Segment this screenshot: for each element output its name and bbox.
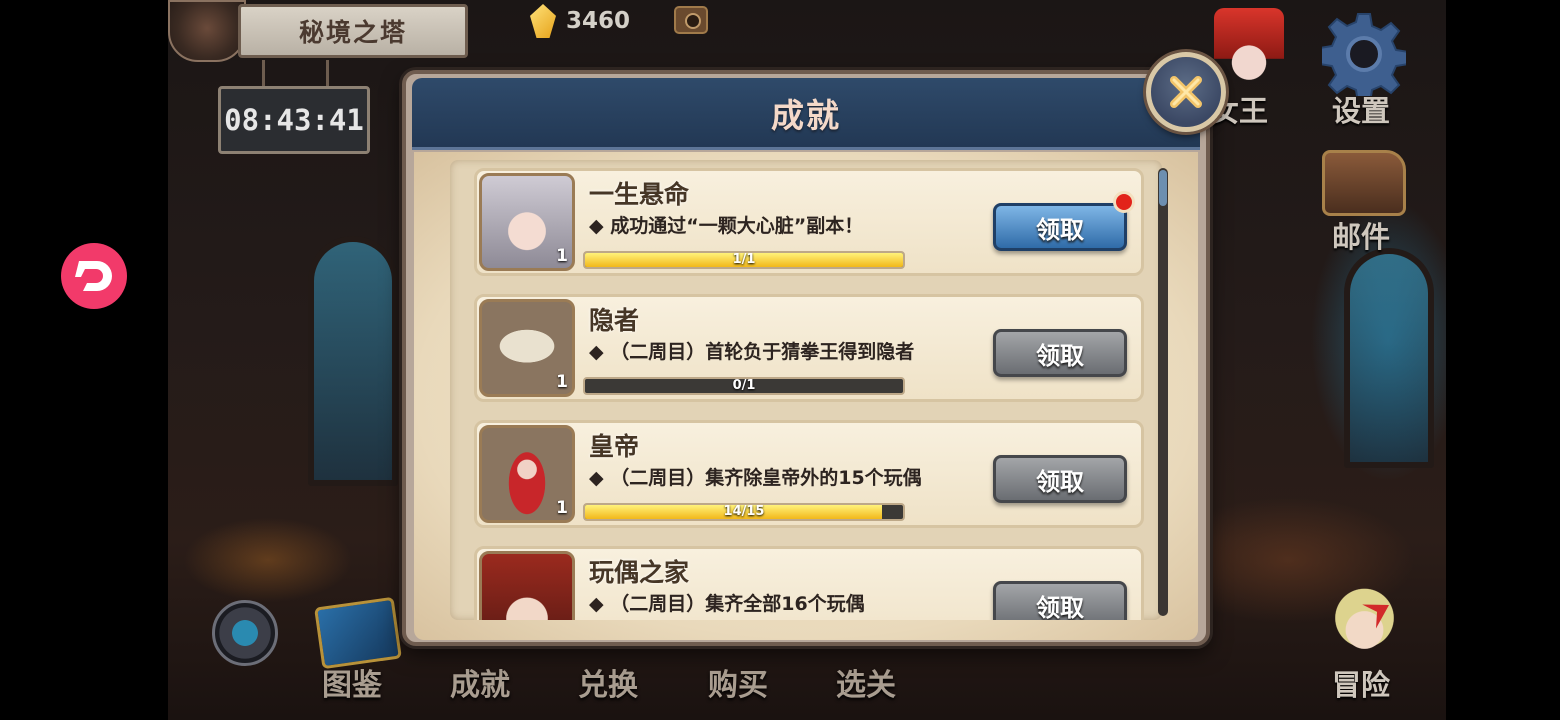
nav-label: 成就 xyxy=(450,668,510,703)
right-window-deco xyxy=(1344,248,1434,468)
progress-text: 0/1 xyxy=(732,378,756,393)
achievement-portrait: 1 xyxy=(479,173,575,271)
achievement-description: ◆ （二周目）集齐除皇帝外的15个玩偶 xyxy=(589,467,922,489)
location-emblem xyxy=(168,0,246,62)
mail-label: 邮件 xyxy=(1332,220,1391,254)
left-window-deco xyxy=(308,236,398,486)
dialog-title: 成就 xyxy=(771,95,841,135)
nav-item-stage-select[interactable]: 选关 xyxy=(836,660,896,704)
gear-icon[interactable] xyxy=(1322,12,1406,96)
nav-item-collection[interactable]: 图鉴 xyxy=(322,660,382,704)
claim-button[interactable]: 领取 xyxy=(993,581,1127,620)
left-letterbox xyxy=(0,0,168,720)
notification-dot xyxy=(1113,191,1135,213)
achievement-row: 玩偶之家 ◆ （二周目）集齐全部16个玩偶 领取 xyxy=(474,546,1144,620)
progress-text: 14/15 xyxy=(723,504,765,519)
claim-button[interactable]: 领取 xyxy=(993,455,1127,503)
nav-label: 购买 xyxy=(708,668,768,703)
timer-text: 08:43:41 xyxy=(224,103,364,137)
claim-label: 领取 xyxy=(1036,593,1084,621)
claim-button[interactable]: 领取 xyxy=(993,203,1127,251)
settings-label: 设置 xyxy=(1332,94,1391,128)
floating-app-badge[interactable] xyxy=(61,243,127,309)
dialog-header: 成就 xyxy=(412,78,1200,150)
claim-label: 领取 xyxy=(1036,341,1084,370)
nav-label: 兑换 xyxy=(578,668,638,703)
progress-text: 1/1 xyxy=(732,252,756,267)
achievements-dialog: 成就 1 一生悬命 ◆ 成功通过“一颗大心脏”副本！ 1/1 领取 1 隐者 ◆… xyxy=(402,70,1210,646)
location-plaque: 秘境之塔 xyxy=(238,4,468,58)
plaque-chain xyxy=(326,60,329,86)
achievement-row: 1 皇帝 ◆ （二周目）集齐除皇帝外的15个玩偶 14/15 领取 xyxy=(474,420,1144,528)
plaque-chain xyxy=(262,60,265,86)
achievement-name: 玩偶之家 xyxy=(589,558,690,587)
portrait-count: 1 xyxy=(556,372,568,392)
adventure-icon[interactable] xyxy=(1324,586,1414,666)
nav-item-exchange[interactable]: 兑换 xyxy=(578,660,638,704)
portrait-count: 1 xyxy=(556,498,568,518)
achievement-description: ◆ （二周目）集齐全部16个玩偶 xyxy=(589,593,865,615)
nav-item-shop[interactable]: 购买 xyxy=(708,660,768,704)
location-title: 秘境之塔 xyxy=(298,18,407,47)
queen-icon[interactable] xyxy=(1214,8,1284,92)
achievement-name: 隐者 xyxy=(589,306,640,335)
book-icon[interactable] xyxy=(314,596,402,670)
mail-icon[interactable] xyxy=(1322,150,1406,216)
claim-label: 领取 xyxy=(1036,467,1084,496)
achievement-portrait: 1 xyxy=(479,425,575,523)
countdown-timer: 08:43:41 xyxy=(218,86,370,154)
settings-menu-item[interactable]: 设置 xyxy=(1332,88,1390,130)
achievement-row: 1 隐者 ◆ （二周目）首轮负于猜拳王得到隐者 0/1 领取 xyxy=(474,294,1144,402)
adventure-label: 冒险 xyxy=(1332,668,1391,702)
close-icon xyxy=(1170,76,1202,108)
claim-button[interactable]: 领取 xyxy=(993,329,1127,377)
nav-label: 图鉴 xyxy=(322,668,382,703)
close-button[interactable] xyxy=(1146,52,1226,132)
camera-icon[interactable] xyxy=(674,6,708,34)
gem-count: 3460 xyxy=(566,8,631,34)
dialog-body: 1 一生悬命 ◆ 成功通过“一颗大心脏”副本！ 1/1 领取 1 隐者 ◆ （二… xyxy=(414,152,1198,640)
right-letterbox xyxy=(1446,0,1560,720)
portrait-count: 1 xyxy=(556,246,568,266)
achievement-description: ◆ 成功通过“一颗大心脏”副本！ xyxy=(589,215,864,237)
nav-item-achievements[interactable]: 成就 xyxy=(450,660,510,704)
achievement-name: 一生悬命 xyxy=(589,180,690,209)
achievement-portrait xyxy=(479,551,575,620)
float-app-icon xyxy=(75,261,112,291)
claim-label: 领取 xyxy=(1036,215,1084,244)
scrollbar-thumb[interactable] xyxy=(1159,170,1167,206)
progress-bar: 1/1 xyxy=(583,251,905,269)
mail-menu-item[interactable]: 邮件 xyxy=(1332,214,1390,256)
progress-bar: 0/1 xyxy=(583,377,905,395)
progress-bar: 14/15 xyxy=(583,503,905,521)
achievement-list[interactable]: 1 一生悬命 ◆ 成功通过“一颗大心脏”副本！ 1/1 领取 1 隐者 ◆ （二… xyxy=(450,160,1162,620)
achievement-name: 皇帝 xyxy=(589,432,640,461)
scrollbar[interactable] xyxy=(1158,168,1168,616)
achievement-description: ◆ （二周目）首轮负于猜拳王得到隐者 xyxy=(589,341,915,363)
achievement-row: 1 一生悬命 ◆ 成功通过“一颗大心脏”副本！ 1/1 领取 xyxy=(474,168,1144,276)
compass-icon[interactable] xyxy=(212,600,278,666)
adventure-menu-item[interactable]: 冒险 xyxy=(1332,662,1390,704)
nav-label: 选关 xyxy=(836,668,896,703)
achievement-portrait: 1 xyxy=(479,299,575,397)
